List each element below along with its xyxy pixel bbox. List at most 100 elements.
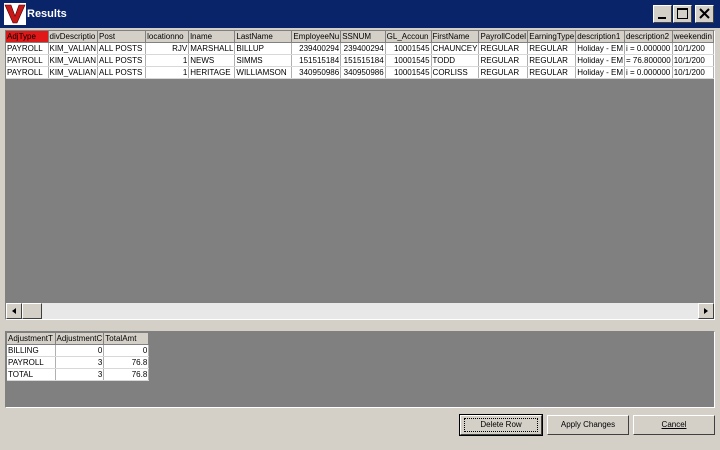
table-cell[interactable]: TOTAL [7, 368, 56, 381]
app-logo-icon [4, 3, 26, 25]
table-cell[interactable]: MARSHALL [188, 42, 236, 55]
column-header[interactable]: AdjustmentC [55, 333, 105, 345]
table-cell[interactable]: TODD [431, 54, 480, 67]
table-cell[interactable]: 1 [145, 54, 190, 67]
summary-panel: AdjustmentT AdjustmentC TotalAmt BILLING 0 0… [5, 331, 715, 408]
table-cell[interactable]: 10001545 [385, 42, 432, 55]
column-header[interactable]: lname [188, 31, 236, 43]
table-cell[interactable]: NEWS [188, 54, 236, 67]
table-row[interactable]: PAYROLL KIM_VALIAN ALL POSTS 1 HERITAGE WILLI… [6, 66, 714, 79]
table-cell[interactable]: REGULAR [478, 54, 529, 67]
cancel-button[interactable]: Cancel [633, 415, 715, 435]
column-header[interactable]: FirstName [431, 31, 480, 43]
column-header[interactable]: PayrollCodeI [478, 31, 529, 43]
table-cell[interactable]: KIM_VALIAN [48, 42, 99, 55]
results-panel: AdjType divDescriptio Post locationno lname L… [5, 30, 715, 320]
column-header[interactable]: AdjustmentT [7, 333, 56, 345]
table-cell[interactable]: ALL POSTS [97, 42, 147, 55]
table-cell[interactable]: REGULAR [527, 42, 577, 55]
table-cell[interactable]: REGULAR [527, 54, 577, 67]
table-cell[interactable]: 239400294 [340, 42, 386, 55]
table-cell[interactable]: KIM_VALIAN [48, 66, 99, 79]
scroll-left-button[interactable] [6, 303, 22, 319]
column-header[interactable]: AdjType [6, 31, 49, 43]
table-cell[interactable]: 10001545 [385, 54, 432, 67]
table-cell[interactable]: REGULAR [527, 66, 577, 79]
table-row[interactable]: PAYROLL KIM_VALIAN ALL POSTS 1 NEWS SIMMS 1515… [6, 54, 714, 67]
window-title: Results [27, 8, 67, 20]
column-header[interactable]: EarningType [527, 31, 577, 43]
minimize-icon [658, 17, 666, 19]
arrow-left-icon [12, 308, 16, 314]
table-cell[interactable]: 3 [55, 368, 105, 381]
arrow-right-icon [704, 308, 708, 314]
table-cell[interactable]: 10/1/200 [672, 66, 714, 79]
table-cell[interactable]: 340950986 [291, 66, 342, 79]
table-cell[interactable]: = 76.800000 [624, 54, 673, 67]
table-cell[interactable]: 0 [103, 344, 150, 357]
table-cell[interactable]: REGULAR [478, 42, 529, 55]
title-bar: Results [0, 0, 720, 28]
maximize-button[interactable] [673, 5, 692, 23]
table-cell[interactable]: 76.8 [103, 356, 150, 369]
table-cell[interactable]: 340950986 [340, 66, 386, 79]
apply-changes-button[interactable]: Apply Changes [547, 415, 629, 435]
table-cell[interactable]: WILLIAMSON [234, 66, 293, 79]
column-header[interactable]: divDescriptio [48, 31, 99, 43]
column-header[interactable]: TotalAmt [103, 333, 150, 345]
table-row[interactable]: BILLING 0 0 [7, 344, 150, 357]
scroll-thumb[interactable] [22, 303, 42, 319]
table-cell[interactable]: 151515184 [340, 54, 386, 67]
column-header[interactable]: SSNUM [340, 31, 386, 43]
table-cell[interactable]: 76.8 [103, 368, 150, 381]
column-header[interactable]: GL_Accoun [385, 31, 432, 43]
table-cell[interactable]: PAYROLL [7, 356, 56, 369]
table-row[interactable]: PAYROLL 3 76.8 [7, 356, 150, 369]
horizontal-scrollbar[interactable] [6, 303, 714, 319]
table-cell[interactable]: 3 [55, 356, 105, 369]
table-cell[interactable]: CORLISS [431, 66, 480, 79]
table-row[interactable]: TOTAL 3 76.8 [7, 368, 150, 381]
table-cell[interactable]: ALL POSTS [97, 54, 147, 67]
column-header[interactable]: weekendin [672, 31, 714, 43]
scroll-right-button[interactable] [698, 303, 714, 319]
table-cell[interactable]: 0 [55, 344, 105, 357]
results-grid[interactable]: AdjType divDescriptio Post locationno lname L… [6, 31, 714, 79]
column-header[interactable]: Post [97, 31, 147, 43]
table-cell[interactable]: 10001545 [385, 66, 432, 79]
table-row[interactable]: PAYROLL KIM_VALIAN ALL POSTS RJV MARSHALL BIL… [6, 42, 714, 55]
table-cell[interactable]: i = 0.000000 [624, 66, 673, 79]
delete-row-button[interactable]: Delete Row [459, 414, 543, 436]
table-cell[interactable]: ALL POSTS [97, 66, 147, 79]
column-header[interactable]: LastName [234, 31, 293, 43]
table-cell[interactable]: 239400294 [291, 42, 342, 55]
close-button[interactable] [695, 5, 714, 23]
table-cell[interactable]: 10/1/200 [672, 42, 714, 55]
column-header[interactable]: EmployeeNu [291, 31, 342, 43]
table-cell[interactable]: i = 0.000000 [624, 42, 673, 55]
table-cell[interactable]: Holiday - EM [575, 42, 625, 55]
minimize-button[interactable] [653, 5, 672, 23]
table-cell[interactable]: 1 [145, 66, 190, 79]
table-cell[interactable]: Holiday - EM [575, 54, 625, 67]
table-cell[interactable]: PAYROLL [6, 66, 49, 79]
table-cell[interactable]: REGULAR [478, 66, 529, 79]
table-cell[interactable]: 10/1/200 [672, 54, 714, 67]
table-cell[interactable]: HERITAGE [188, 66, 236, 79]
summary-grid[interactable]: AdjustmentT AdjustmentC TotalAmt BILLING 0 0… [7, 333, 150, 381]
maximize-icon [677, 8, 688, 19]
table-cell[interactable]: CHAUNCEY [431, 42, 480, 55]
table-cell[interactable]: PAYROLL [6, 42, 49, 55]
close-icon [699, 8, 710, 19]
column-header[interactable]: description1 [575, 31, 625, 43]
table-cell[interactable]: BILLING [7, 344, 56, 357]
table-cell[interactable]: PAYROLL [6, 54, 49, 67]
column-header[interactable]: description2 [624, 31, 673, 43]
table-cell[interactable]: SIMMS [234, 54, 293, 67]
table-cell[interactable]: RJV [145, 42, 190, 55]
column-header[interactable]: locationno [145, 31, 190, 43]
table-cell[interactable]: 151515184 [291, 54, 342, 67]
table-cell[interactable]: BILLUP [234, 42, 293, 55]
table-cell[interactable]: KIM_VALIAN [48, 54, 99, 67]
table-cell[interactable]: Holiday - EM [575, 66, 625, 79]
